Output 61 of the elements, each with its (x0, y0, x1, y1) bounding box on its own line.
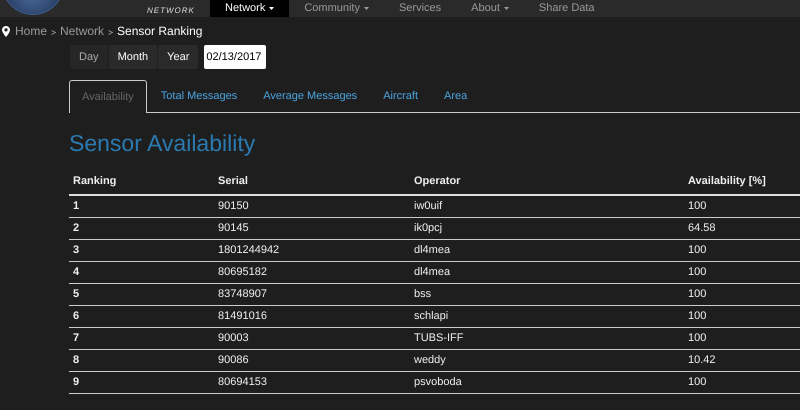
table-cell: 7 (69, 327, 214, 349)
table-cell: iw0uif (410, 195, 684, 217)
nav-link[interactable]: Share Data (524, 0, 610, 17)
tab[interactable]: Area (432, 80, 480, 112)
table-cell: 6 (69, 305, 214, 327)
period-button[interactable]: Day (70, 45, 108, 69)
table-cell: 100 (684, 371, 800, 393)
column-header: Ranking (69, 169, 214, 195)
table-cell: 100 (684, 261, 800, 283)
table-cell: 83748907 (214, 283, 410, 305)
table-cell: 80694153 (214, 371, 410, 393)
tab[interactable]: Average Messages (251, 80, 370, 112)
table-cell: 100 (684, 305, 800, 327)
table-cell: 8 (69, 349, 214, 371)
table-cell: dl4mea (410, 261, 684, 283)
location-pin-icon (2, 26, 10, 36)
table-cell: ik0pcj (410, 217, 684, 239)
table-cell: TUBS-IFF (410, 327, 684, 349)
table-cell: 100 (684, 239, 800, 261)
date-field[interactable]: 02/13/2017 (204, 45, 266, 69)
nav-link[interactable]: Community (289, 0, 384, 17)
table-cell: 80695182 (214, 261, 410, 283)
table-cell: 90150 (214, 195, 410, 217)
table-cell: 5 (69, 283, 214, 305)
table-cell: 3 (69, 239, 214, 261)
table-cell: 90145 (214, 217, 410, 239)
column-header: Operator (410, 169, 684, 195)
table-cell: dl4mea (410, 239, 684, 261)
nav-link[interactable]: About (456, 0, 524, 17)
breadcrumb-link[interactable]: Home (15, 22, 48, 40)
table-cell: 9 (69, 371, 214, 393)
breadcrumb-link[interactable]: Network (60, 22, 104, 40)
table-cell: 100 (684, 283, 800, 305)
column-header: Serial (214, 169, 410, 195)
chevron-icon (51, 30, 56, 35)
table-cell: 100 (684, 327, 800, 349)
chevron-icon (108, 30, 114, 35)
table-cell: weddy (410, 349, 684, 371)
table-cell: 90003 (214, 327, 410, 349)
table-cell: 81491016 (214, 305, 410, 327)
table-cell: 1 (69, 195, 214, 217)
table-cell: bss (410, 283, 684, 305)
table-cell: 90086 (214, 349, 410, 371)
period-button[interactable]: Month (108, 45, 158, 69)
table-cell: 64.58 (684, 217, 800, 239)
table-cell: 2 (69, 217, 214, 239)
column-header: Availability [%] (684, 169, 800, 195)
tab[interactable]: Total Messages (148, 80, 250, 112)
nav-link[interactable]: Services (384, 0, 456, 17)
table-cell: psvoboda (410, 371, 684, 393)
current-page-label[interactable]: Sensor Ranking (117, 22, 202, 40)
nav-link[interactable]: Network (210, 0, 290, 17)
tab[interactable]: Aircraft (371, 80, 430, 112)
table-cell: 4 (69, 261, 214, 283)
table-cell: 10.42 (684, 349, 800, 371)
page-heading: Sensor Availability (69, 132, 256, 155)
table-cell: 100 (684, 195, 800, 217)
table-cell: 1801244942 (214, 239, 410, 261)
table-cell: schlapi (410, 305, 684, 327)
logo-text: NETWORK (147, 7, 195, 17)
period-button[interactable]: Year (158, 45, 198, 69)
